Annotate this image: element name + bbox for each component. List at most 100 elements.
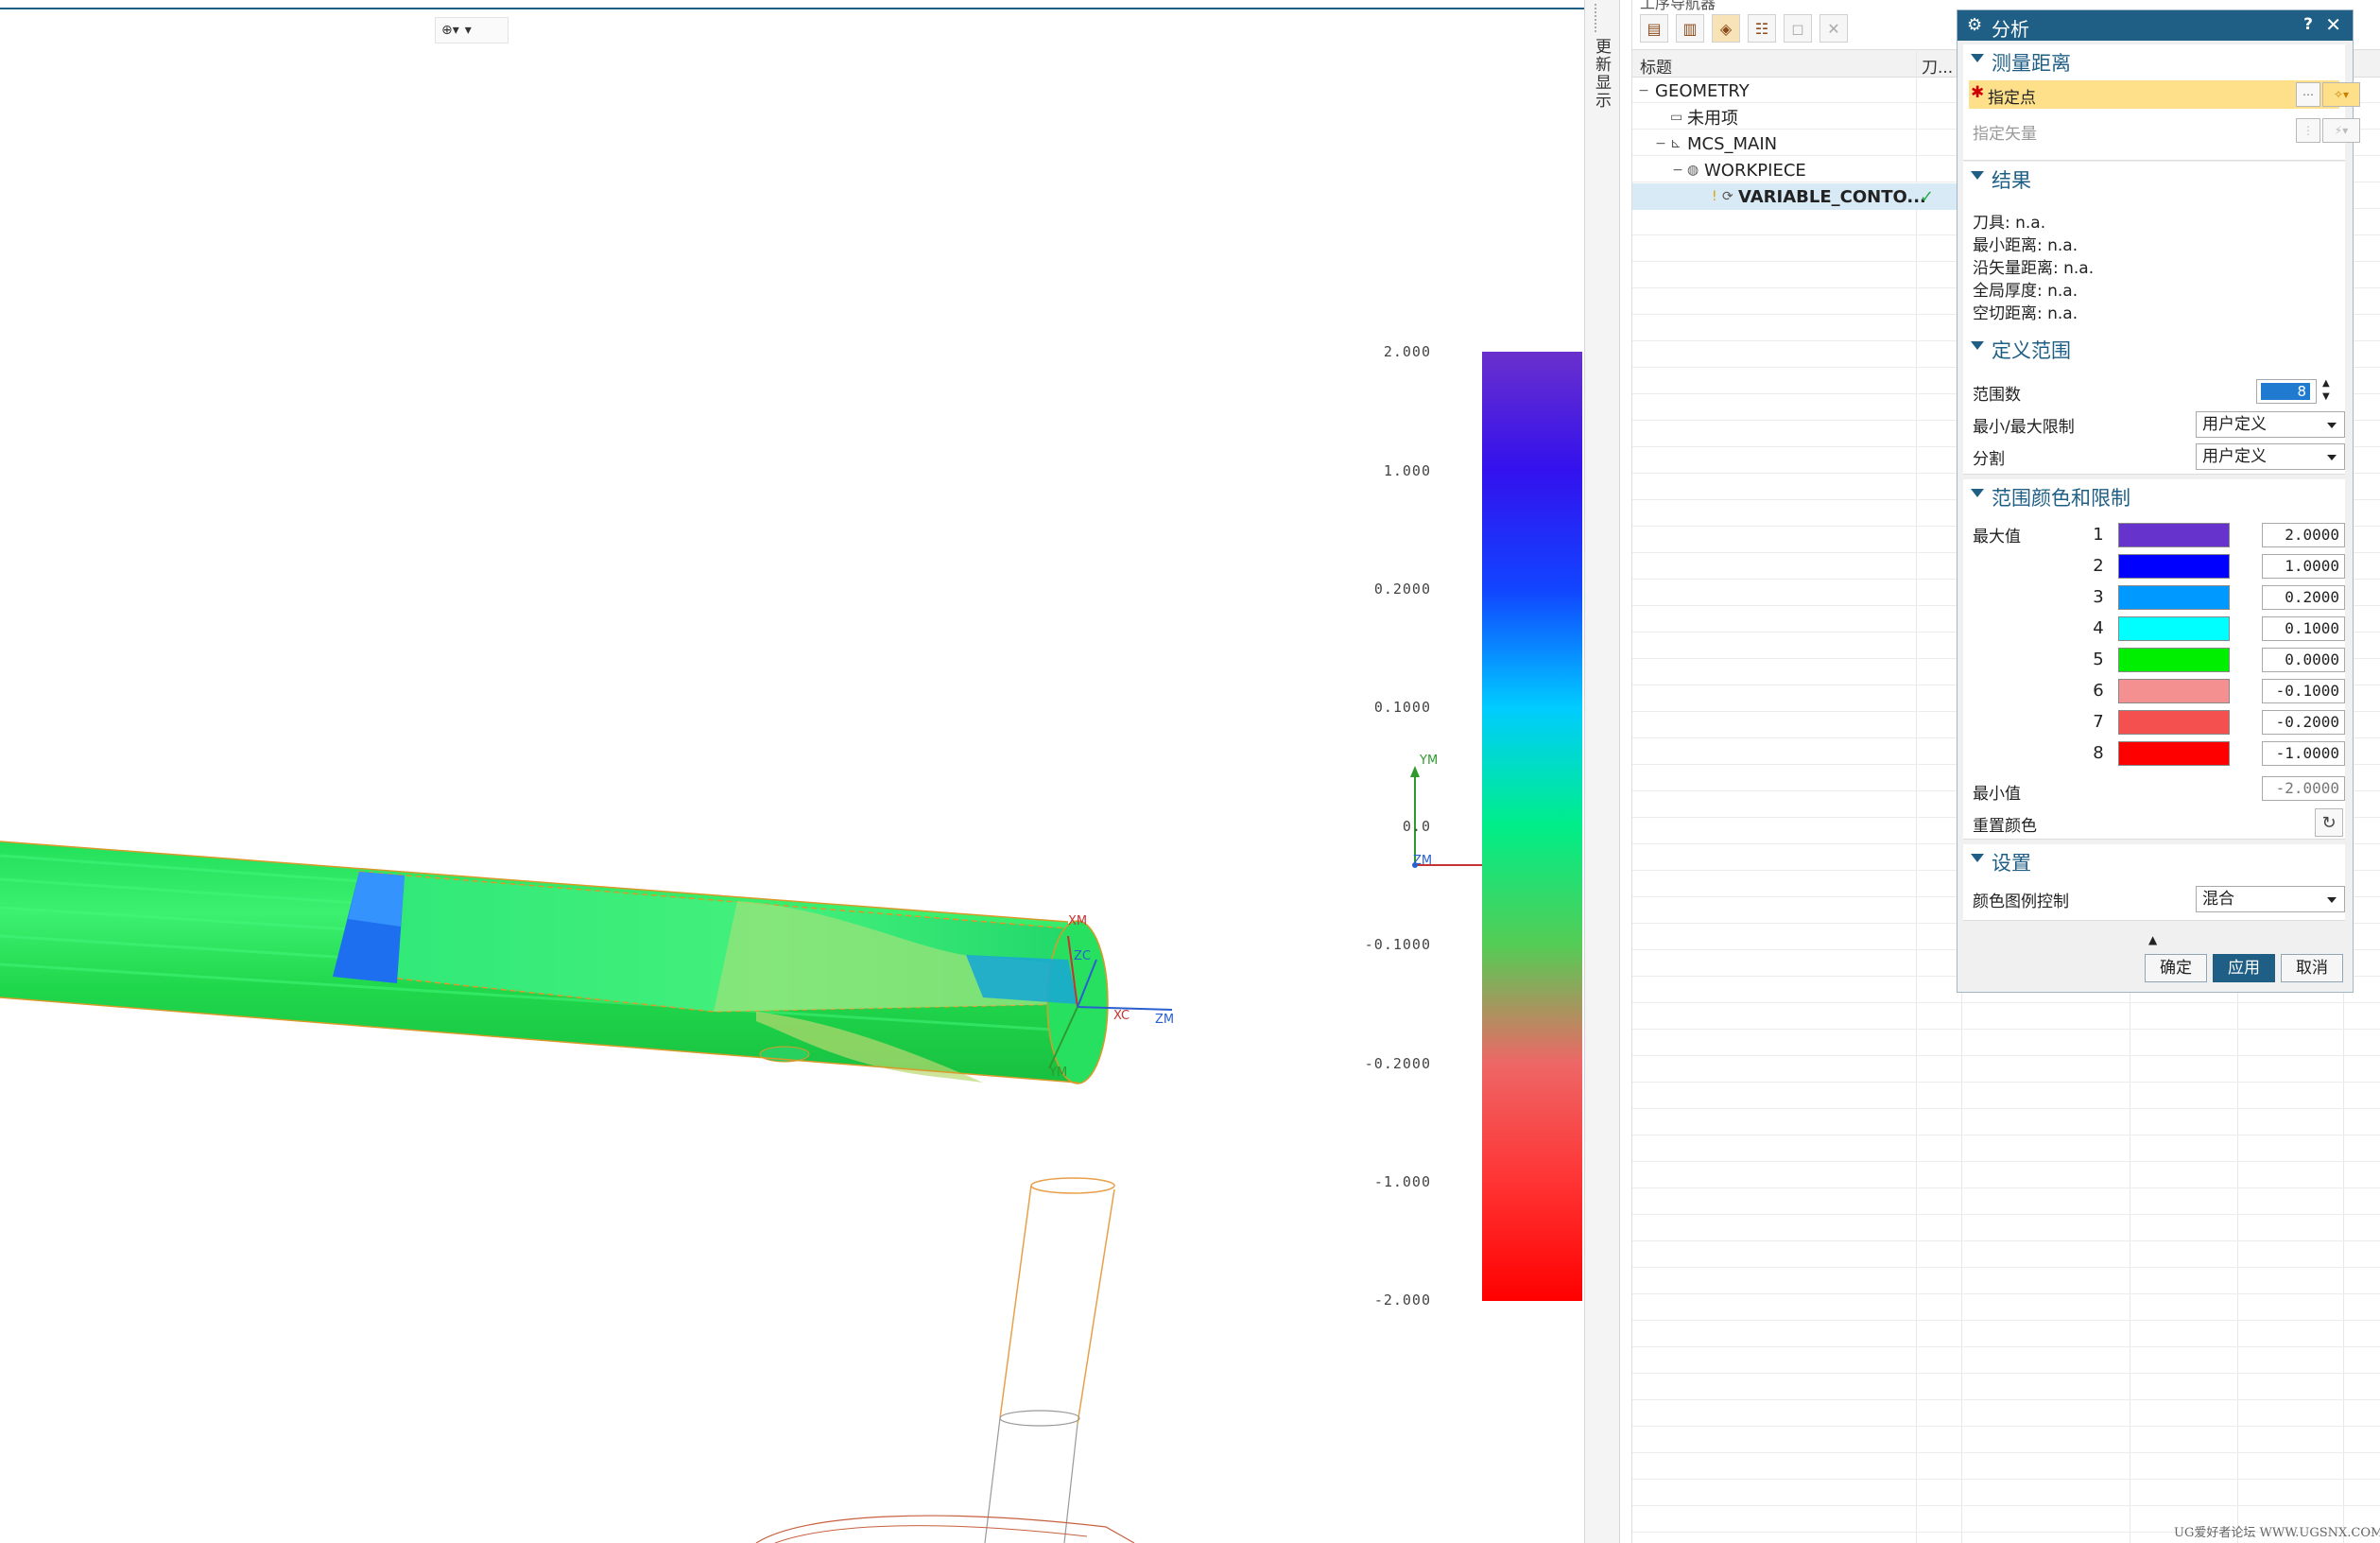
watermark: UG爱好者论坛 WWW.UGSNX.COM: [2174, 1526, 2380, 1540]
inferred-vector-icon[interactable]: ⚡▾: [2322, 118, 2360, 143]
color-range-row: 7 -0.2000: [1963, 708, 2345, 739]
color-swatch[interactable]: [2118, 741, 2230, 766]
color-range-row: 4 0.1000: [1963, 615, 2345, 646]
legend-tick: 2.000: [1383, 343, 1431, 360]
collapse-icon[interactable]: −: [1672, 163, 1683, 178]
range-count-value[interactable]: 8: [2261, 383, 2310, 400]
range-index: 2: [2093, 556, 2104, 576]
range-limit-input[interactable]: 1.0000: [2262, 554, 2345, 579]
min-value-input[interactable]: -2.0000: [2262, 776, 2345, 801]
tree-item-variable-contour[interactable]: ! ⟳ VARIABLE_CONTO... ✓: [1632, 183, 1963, 210]
color-swatch[interactable]: [2118, 585, 2230, 610]
color-swatch[interactable]: [2118, 554, 2230, 579]
chevron-down-icon: [2327, 897, 2337, 903]
column-tool[interactable]: 刀...: [1922, 54, 1953, 78]
update-display-tab[interactable]: 更新显示: [1589, 38, 1613, 110]
legend-tick: 0.0: [1402, 818, 1431, 835]
inferred-point-icon[interactable]: ✧▾: [2322, 82, 2360, 107]
axis-label-ym: YM: [1048, 1066, 1067, 1080]
collapse-icon[interactable]: −: [1655, 136, 1666, 151]
color-range-row: 3 0.2000: [1963, 583, 2345, 615]
legend-tick: -0.2000: [1364, 1055, 1431, 1072]
range-count-label: 范围数: [1973, 386, 2021, 405]
collapse-triangle-icon: [1971, 54, 1984, 62]
range-limit-input[interactable]: 0.0000: [2262, 648, 2345, 672]
specify-point-row[interactable]: ✱ 指定点: [1969, 80, 2339, 109]
color-range-row: 6 -0.1000: [1963, 677, 2345, 708]
apply-button[interactable]: 应用: [2213, 954, 2275, 982]
spin-arrows-icon[interactable]: ▲ ▼: [2322, 377, 2330, 404]
range-index: 6: [2093, 681, 2104, 701]
tool-wireframe: [755, 1177, 1135, 1543]
range-count-spinner[interactable]: 8: [2256, 379, 2317, 404]
geometry-view-icon[interactable]: ◈: [1712, 14, 1740, 43]
color-swatch[interactable]: [2118, 523, 2230, 547]
range-index: 1: [2093, 525, 2104, 545]
color-swatch[interactable]: [2118, 710, 2230, 735]
graphics-viewport[interactable]: ⊕▾ ▾ XM ZC XC ZM YM YM ZM 2.000 1.000 0.…: [0, 0, 1584, 1543]
section-header[interactable]: 定义范围: [1963, 332, 2345, 366]
cancel-button[interactable]: 取消: [2281, 954, 2343, 982]
range-index: 4: [2093, 618, 2104, 638]
reset-icon[interactable]: ↻: [2315, 808, 2343, 837]
section-header[interactable]: 范围颜色和限制: [1963, 479, 2345, 513]
tree-item-label: GEOMETRY: [1655, 80, 1750, 101]
range-limit-input[interactable]: 2.0000: [2262, 523, 2345, 547]
triad-label-zm: ZM: [1413, 854, 1432, 868]
close-icon[interactable]: ✕: [2325, 13, 2341, 36]
section-header[interactable]: 结果: [1963, 162, 2345, 196]
dropdown-value: 用户定义: [2202, 447, 2267, 466]
section-header[interactable]: 设置: [1963, 844, 2345, 878]
navigator-toolbar: ▤ ▥ ◈ ☷ ◻ ✕: [1632, 9, 1848, 47]
legend-control-dropdown[interactable]: 混合: [2196, 886, 2345, 912]
machine-tool-view-icon[interactable]: ▥: [1676, 14, 1704, 43]
color-range-row: 5 0.0000: [1963, 646, 2345, 677]
range-limit-input[interactable]: 0.1000: [2262, 616, 2345, 641]
delete-icon[interactable]: ✕: [1819, 14, 1848, 43]
operation-icon: ⟳: [1722, 189, 1733, 204]
warning-icon: !: [1712, 189, 1717, 204]
dialog-titlebar[interactable]: ⚙ 分析 ? ✕: [1957, 10, 2353, 41]
axis-label-zc: ZC: [1074, 949, 1091, 963]
range-index: 8: [2093, 743, 2104, 763]
collapse-icon[interactable]: −: [1638, 83, 1649, 98]
gear-icon: ⚙: [1967, 15, 1983, 35]
color-swatch[interactable]: [2118, 679, 2230, 703]
method-view-icon[interactable]: ☷: [1748, 14, 1776, 43]
specify-point-label: 指定点: [1988, 89, 2036, 108]
point-dialog-icon[interactable]: ⋯: [2296, 82, 2320, 107]
3d-scene[interactable]: XM ZC XC ZM YM YM ZM XM: [0, 0, 1584, 1543]
range-limit-input[interactable]: -0.2000: [2262, 710, 2345, 735]
split-dropdown[interactable]: 用户定义: [2196, 443, 2345, 470]
range-limit-input[interactable]: -1.0000: [2262, 741, 2345, 766]
vector-dialog-icon[interactable]: ⋮: [2296, 118, 2320, 143]
minmax-limit-dropdown[interactable]: 用户定义: [2196, 411, 2345, 438]
collapse-triangle-icon: [1971, 489, 1984, 497]
split-label: 分割: [1973, 450, 2005, 469]
color-swatch[interactable]: [2118, 616, 2230, 641]
tree-item-label: 未用项: [1687, 109, 1738, 129]
collapse-triangle-icon: [1971, 341, 1984, 350]
collapse-dialog-icon[interactable]: ▲: [2148, 933, 2157, 946]
dialog-title: 分析: [1992, 18, 2029, 41]
legend-tick: 0.1000: [1373, 699, 1431, 716]
ok-button[interactable]: 确定: [2145, 954, 2207, 982]
axis-label-xm: XM: [1068, 914, 1087, 928]
minmax-limit-label: 最小/最大限制: [1973, 418, 2075, 437]
legend-tick: 1.000: [1383, 462, 1431, 479]
color-swatch[interactable]: [2118, 648, 2230, 672]
range-limit-input[interactable]: 0.2000: [2262, 585, 2345, 610]
required-icon: ✱: [1971, 83, 1985, 102]
specify-vector-label: 指定矢量: [1973, 125, 2037, 144]
section-header[interactable]: 测量距离: [1963, 44, 2345, 78]
create-operation-icon[interactable]: ◻: [1784, 14, 1812, 43]
workpiece-tube[interactable]: [0, 841, 1109, 1084]
column-title[interactable]: 标题: [1640, 54, 1672, 78]
help-icon[interactable]: ?: [2303, 15, 2313, 34]
result-along-vector: 沿矢量距离: n.a.: [1973, 259, 2095, 278]
legend-tick: 0.2000: [1373, 581, 1431, 598]
range-limit-input[interactable]: -0.1000: [2262, 679, 2345, 703]
section-title: 范围颜色和限制: [1992, 487, 2130, 510]
program-order-view-icon[interactable]: ▤: [1640, 14, 1668, 43]
drag-grip-icon[interactable]: [1595, 4, 1610, 32]
